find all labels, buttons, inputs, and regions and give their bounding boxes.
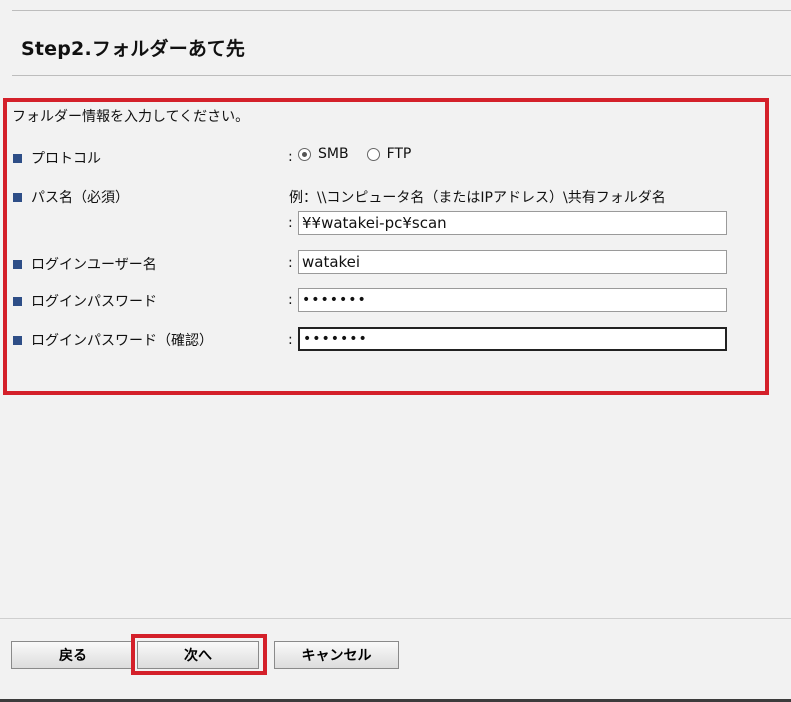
title-divider (12, 75, 791, 76)
bullet-icon (13, 259, 22, 269)
username-input[interactable] (298, 250, 727, 274)
password-confirm-label: ログインパスワード（確認） (31, 333, 213, 349)
password-row-label: ログインパスワード (13, 291, 157, 311)
password-confirm-input[interactable] (298, 327, 727, 351)
path-label: パス名（必須） (31, 190, 129, 206)
form-intro-text: フォルダー情報を入力してください。 (12, 109, 250, 125)
protocol-option-smb[interactable]: SMB (298, 146, 349, 162)
ftp-radio-button[interactable] (366, 147, 380, 161)
protocol-radio-group: SMB FTP (298, 146, 429, 162)
bullet-icon (13, 296, 22, 306)
password-colon: : (288, 292, 293, 308)
footer-divider (0, 618, 791, 619)
username-row-label: ログインユーザー名 (13, 254, 157, 274)
username-label: ログインユーザー名 (31, 257, 157, 273)
protocol-option-ftp[interactable]: FTP (366, 146, 412, 162)
path-input[interactable] (298, 211, 727, 235)
back-button[interactable]: 戻る (11, 641, 135, 669)
bullet-icon (13, 335, 22, 345)
protocol-row-label: プロトコル (13, 148, 101, 168)
path-row-label: パス名（必須） (13, 187, 129, 207)
page-title: Step2.フォルダーあて先 (21, 38, 246, 60)
path-colon: : (288, 215, 293, 231)
cancel-button[interactable]: キャンセル (274, 641, 399, 669)
protocol-label: プロトコル (31, 151, 101, 167)
ftp-label: FTP (386, 146, 412, 162)
next-button[interactable]: 次へ (137, 641, 259, 669)
bullet-icon (13, 153, 22, 163)
username-colon: : (288, 255, 293, 271)
path-hint-text: 例：\\コンピュータ名（またはIPアドレス）\共有フォルダ名 (289, 190, 666, 206)
password-confirm-colon: : (288, 332, 293, 348)
password-label: ログインパスワード (31, 294, 157, 310)
bullet-icon (13, 192, 22, 202)
password-input[interactable] (298, 288, 727, 312)
smb-label: SMB (318, 146, 349, 162)
protocol-colon: : (288, 149, 293, 165)
smb-radio-button[interactable] (298, 147, 311, 161)
top-divider (12, 10, 791, 11)
password-confirm-row-label: ログインパスワード（確認） (13, 330, 213, 350)
